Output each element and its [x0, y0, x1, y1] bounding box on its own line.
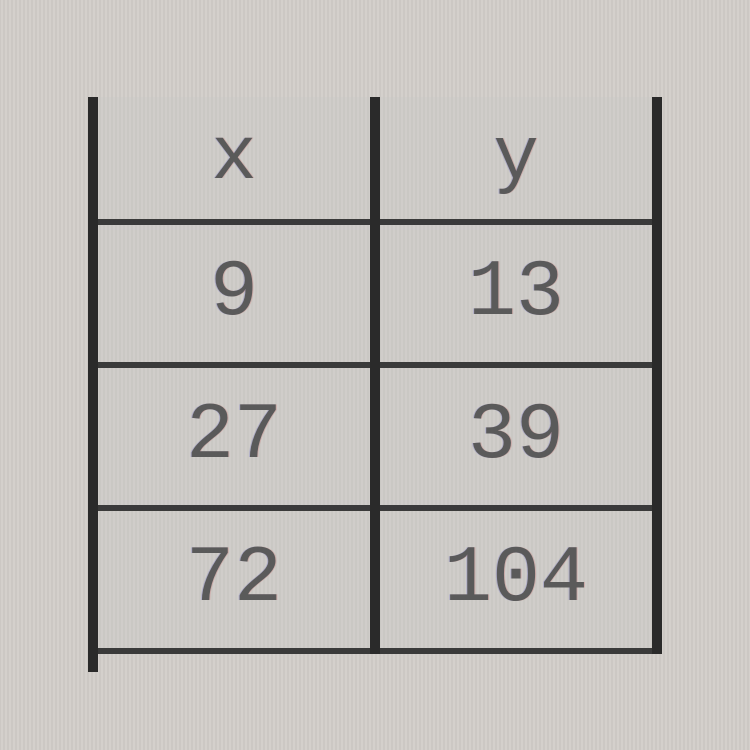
table-row: 72 104	[93, 508, 657, 651]
cell-y-1: 13	[375, 222, 657, 365]
cell-x-3: 72	[93, 508, 375, 651]
cell-y-2: 39	[375, 365, 657, 508]
table-header-row: x y	[93, 97, 657, 222]
column-header-y: y	[375, 97, 657, 222]
xy-table: x y 9 13 27 39 72 104	[88, 97, 662, 654]
data-table: x y 9 13 27 39 72 104	[88, 97, 662, 654]
cell-x-1: 9	[93, 222, 375, 365]
column-header-x: x	[93, 97, 375, 222]
border-stub	[88, 632, 98, 672]
cell-x-2: 27	[93, 365, 375, 508]
table-row: 9 13	[93, 222, 657, 365]
cell-y-3: 104	[375, 508, 657, 651]
table-row: 27 39	[93, 365, 657, 508]
